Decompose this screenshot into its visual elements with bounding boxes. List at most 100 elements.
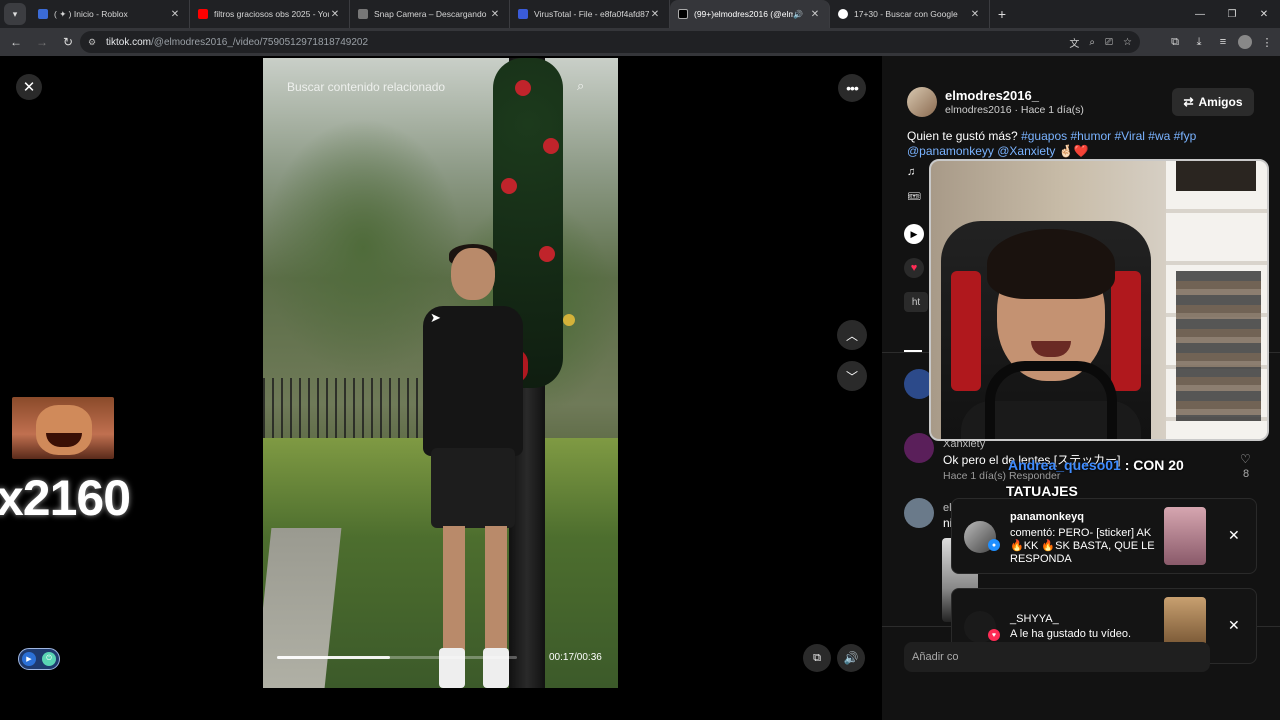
translate-icon[interactable]: 文: [1069, 35, 1079, 50]
notification-close-icon[interactable]: ✕: [1228, 617, 1240, 634]
url-path: /@elmodres2016_/video/759051297181874920…: [151, 36, 369, 48]
extensions-icon[interactable]: ⧉: [1166, 36, 1184, 49]
chat-username: Andrea_queso01: [1008, 457, 1121, 473]
picture-in-picture-button[interactable]: ⧉: [803, 644, 831, 672]
snapcamera-favicon-icon: [358, 9, 368, 19]
tab-close-icon[interactable]: ✕: [329, 9, 341, 20]
tab-title: 17+30 - Buscar con Google: [854, 9, 958, 19]
author-subline: elmodres2016 · Hace 1 día(s): [945, 104, 1084, 116]
caption-hashtags[interactable]: #guapos #humor #Viral #wa #fyp: [1021, 129, 1196, 143]
author-username[interactable]: elmodres2016_: [945, 88, 1039, 103]
related-search-text[interactable]: Buscar contenido relacionado: [287, 80, 445, 94]
webcam-person-hair: [987, 229, 1115, 299]
video-progress-bar[interactable]: [277, 656, 517, 659]
stream-chat-line: TATUAJES: [1006, 483, 1078, 499]
tiktok-favicon-icon: [678, 9, 688, 19]
video-person-head: [451, 248, 495, 300]
tab-close-icon[interactable]: ✕: [809, 9, 821, 20]
tab-search-icon[interactable]: ▾: [4, 3, 26, 25]
tiktok-video-page: ✕ Buscar contenido relacionado ⌕ 00:17/0…: [0, 56, 1280, 720]
comment-badge-icon: ●: [988, 539, 1000, 551]
like-heart-icon[interactable]: ♥: [904, 258, 924, 278]
meme-face-overlay: [12, 397, 114, 459]
back-icon[interactable]: ←: [4, 30, 28, 54]
notification-close-icon[interactable]: ✕: [1228, 527, 1240, 544]
notification-thumbnail: [1164, 507, 1206, 565]
youtube-favicon-icon: [198, 9, 208, 19]
ornament: [501, 178, 517, 194]
friends-button[interactable]: ⇄ Amigos: [1172, 88, 1254, 116]
link-chip[interactable]: ht: [904, 292, 928, 312]
comment-notification[interactable]: ● panamonkeyq comentó: PERO- [sticker] A…: [951, 498, 1257, 574]
more-options-button[interactable]: •••: [838, 74, 866, 102]
video-progress-fill: [277, 656, 390, 659]
stream-status-pill[interactable]: ▶ ⏻: [18, 648, 60, 670]
ornament: [543, 138, 559, 154]
stream-play-icon: ▶: [22, 652, 36, 666]
browser-tab[interactable]: ( ✦ ) Inicio - Roblox ✕: [30, 0, 190, 28]
toolbar-right: ⧉ ⤓ ≡ ⋮: [1166, 28, 1276, 56]
tab-title: VirusTotal - File - e8fa0f4afd87…: [534, 9, 649, 19]
previous-video-button[interactable]: ︿: [837, 320, 867, 350]
webcam-poster: [1176, 161, 1256, 191]
comment-like-icon[interactable]: ♡: [1240, 452, 1251, 466]
browser-tab[interactable]: filtros graciosos obs 2025 - You ✕: [190, 0, 350, 28]
search-icon[interactable]: ⌕: [577, 78, 584, 94]
tab-title: (99+)elmodres2016 (@elm: [694, 9, 794, 19]
comment-like-count: 8: [1243, 468, 1250, 480]
reload-icon[interactable]: ↻: [56, 30, 80, 54]
forward-icon[interactable]: →: [30, 30, 54, 54]
ornament: [515, 80, 531, 96]
address-bar[interactable]: ⚙ tiktok.com/@elmodres2016_/video/759051…: [80, 31, 1140, 53]
video-player[interactable]: Buscar contenido relacionado ⌕ 00:17/00:…: [263, 58, 618, 688]
roblox-favicon-icon: [38, 9, 48, 19]
tab-close-icon[interactable]: ✕: [489, 9, 501, 20]
friends-icon: ⇄: [1183, 95, 1194, 109]
heart-badge-icon: ♥: [988, 629, 1000, 641]
webcam-chair-accent: [951, 271, 981, 391]
next-video-button[interactable]: ﹀: [837, 361, 867, 391]
browser-tab[interactable]: Snap Camera – Descargando ✕: [350, 0, 510, 28]
comment-avatar[interactable]: [904, 498, 934, 528]
media-control-icon[interactable]: ≡: [1214, 36, 1232, 48]
virustotal-favicon-icon: [518, 9, 528, 19]
author-avatar[interactable]: [907, 87, 937, 117]
profile-avatar-icon[interactable]: [1238, 35, 1252, 49]
chrome-menu-icon[interactable]: ⋮: [1258, 36, 1276, 49]
friends-label: Amigos: [1198, 95, 1243, 109]
music-icon[interactable]: ♫: [907, 166, 915, 178]
comment-avatar[interactable]: [904, 433, 934, 463]
tab-title: ( ✦ ) Inicio - Roblox: [54, 8, 128, 19]
download-icon[interactable]: ⤓: [1190, 36, 1208, 49]
site-info-icon[interactable]: ⚙: [88, 37, 100, 48]
video-person-shoe: [483, 648, 509, 688]
notification-username: panamonkeyq: [1010, 511, 1084, 523]
caption-mentions[interactable]: @panamonkeyy @Xanxiety 🤞🏻❤️: [907, 144, 1089, 158]
window-close-icon[interactable]: ✕: [1248, 0, 1280, 28]
install-app-icon[interactable]: ⎚: [1105, 37, 1113, 48]
close-video-button[interactable]: ✕: [16, 74, 42, 100]
browser-tab-active[interactable]: (99+)elmodres2016 (@elm 🔊 ✕: [670, 0, 830, 28]
effect-icon[interactable]: 🎟: [907, 190, 921, 203]
google-favicon-icon: [838, 9, 848, 19]
bookmark-star-icon[interactable]: ☆: [1123, 37, 1132, 48]
restore-icon[interactable]: ❐: [1216, 0, 1248, 28]
tab-title: filtros graciosos obs 2025 - You: [214, 9, 329, 19]
meme-count-text: x2160: [0, 470, 131, 526]
tab-close-icon[interactable]: ✕: [169, 9, 181, 20]
tab-close-icon[interactable]: ✕: [649, 9, 661, 20]
minimize-icon[interactable]: —: [1184, 0, 1216, 28]
volume-button[interactable]: 🔊: [837, 644, 865, 672]
url-host: tiktok.com: [106, 36, 152, 48]
stream-power-icon: ⏻: [42, 652, 56, 666]
play-icon[interactable]: ▶: [904, 224, 924, 244]
zoom-icon[interactable]: ⌕: [1089, 37, 1095, 48]
add-comment-input[interactable]: Añadir co: [904, 642, 1210, 672]
browser-tab[interactable]: VirusTotal - File - e8fa0f4afd87… ✕: [510, 0, 670, 28]
tab-close-icon[interactable]: ✕: [969, 9, 981, 20]
new-tab-icon[interactable]: +: [990, 6, 1014, 22]
webcam-overlay: [929, 159, 1269, 441]
tab-audio-icon[interactable]: 🔊: [793, 10, 803, 19]
browser-tab[interactable]: 17+30 - Buscar con Google ✕: [830, 0, 990, 28]
chat-message: : CON 20: [1120, 457, 1184, 473]
